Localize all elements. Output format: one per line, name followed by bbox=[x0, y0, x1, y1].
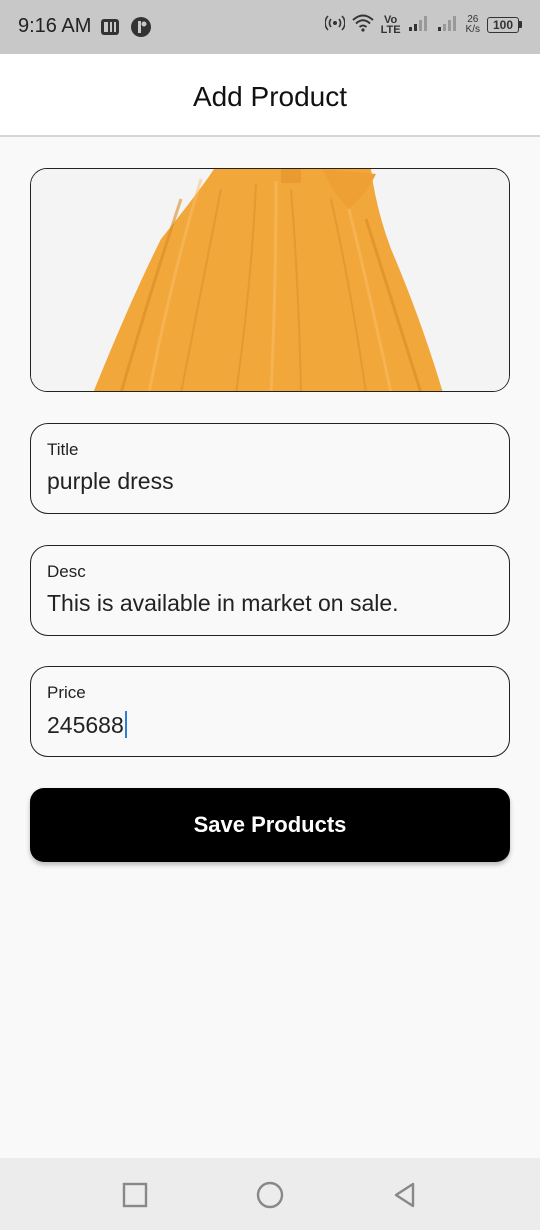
net-speed-unit: K/s bbox=[465, 23, 480, 35]
desc-field[interactable]: Desc This is available in market on sale… bbox=[30, 545, 510, 636]
desc-input[interactable]: This is available in market on sale. bbox=[47, 590, 399, 617]
app-bar: Add Product bbox=[0, 54, 540, 137]
status-time: 9:16 AM bbox=[18, 15, 92, 37]
network-speed: 26 K/s bbox=[465, 13, 480, 35]
save-products-button[interactable]: Save Products bbox=[30, 788, 510, 862]
wifi-icon bbox=[351, 14, 374, 35]
price-input-wrap[interactable]: 245688 bbox=[47, 711, 127, 739]
paytm-notification-icon bbox=[100, 17, 120, 42]
product-image-picker[interactable] bbox=[30, 168, 510, 392]
status-right-icons: Vo LTE 26 K/s 100 bbox=[323, 13, 522, 36]
status-left-icons bbox=[100, 16, 152, 43]
battery-tip bbox=[519, 21, 522, 28]
price-label: Price bbox=[47, 683, 86, 702]
page-title: Add Product bbox=[192, 80, 348, 112]
volte-indicator: Vo LTE bbox=[380, 13, 401, 36]
battery-icon: 100 bbox=[487, 16, 522, 33]
volte-bottom-text: LTE bbox=[380, 23, 401, 36]
add-product-screen: 9:16 AM Vo LTE 26 K/s 100 Add Product Ti… bbox=[0, 0, 540, 1230]
product-photo bbox=[31, 169, 509, 391]
system-nav-bar bbox=[0, 1158, 540, 1230]
text-cursor bbox=[124, 711, 127, 738]
hotspot-icon bbox=[323, 14, 346, 35]
home-circle-icon[interactable] bbox=[255, 1180, 285, 1210]
desc-label: Desc bbox=[47, 562, 86, 581]
price-input[interactable]: 245688 bbox=[47, 712, 124, 738]
title-input[interactable]: purple dress bbox=[47, 468, 174, 495]
signal-strength-icon-1 bbox=[408, 14, 430, 35]
net-speed-value: 26 bbox=[467, 13, 479, 25]
signal-strength-icon-2 bbox=[437, 14, 459, 35]
price-field[interactable]: Price 245688 bbox=[30, 666, 510, 757]
title-label: Title bbox=[47, 440, 79, 459]
recents-square-icon[interactable] bbox=[120, 1180, 150, 1210]
battery-level: 100 bbox=[487, 16, 519, 33]
status-bar: 9:16 AM Vo LTE 26 K/s 100 bbox=[0, 0, 540, 54]
volte-top-text: Vo bbox=[383, 13, 398, 26]
title-field[interactable]: Title purple dress bbox=[30, 423, 510, 514]
back-triangle-icon[interactable] bbox=[390, 1180, 420, 1210]
app-notification-icon bbox=[130, 16, 152, 43]
